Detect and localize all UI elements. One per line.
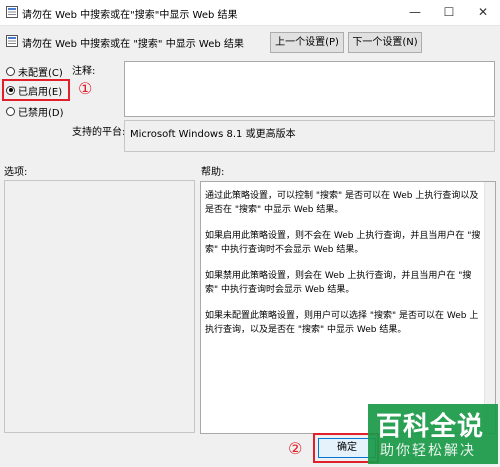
annotation-marker-2: ② <box>288 439 303 458</box>
help-paragraph: 如果禁用此策略设置，则会在 Web 上执行查询，并且当用户在 "搜索" 中执行查… <box>205 271 472 295</box>
maximize-button[interactable]: ☐ <box>432 0 466 25</box>
policy-settings-icon <box>6 6 18 18</box>
radio-enabled[interactable]: 已启用(E) <box>6 83 63 98</box>
comment-textbox[interactable] <box>124 61 495 117</box>
radio-circle-selected <box>6 85 15 95</box>
watermark-logo: 百科全说 助你轻松解决 <box>368 404 498 464</box>
radio-not-configured[interactable]: 未配置(C) <box>6 64 63 79</box>
help-scrollbar[interactable] <box>484 182 495 433</box>
next-setting-button[interactable]: 下一个设置(N) <box>348 32 422 53</box>
window-title: 请勿在 Web 中搜索或在"搜索"中显示 Web 结果 <box>22 10 238 21</box>
prev-setting-button[interactable]: 上一个设置(P) <box>270 32 344 53</box>
help-pane: 通过此策略设置，可以控制 "搜索" 是否可以在 Web 上执行查询以及是否在 "… <box>200 181 496 434</box>
watermark-subtitle: 助你轻松解决 <box>380 443 476 459</box>
title-bar: 请勿在 Web 中搜索或在"搜索"中显示 Web 结果 — ☐ ✕ <box>0 0 500 26</box>
radio-disabled[interactable]: 已禁用(D) <box>6 104 64 119</box>
annotation-marker-1: ① <box>78 79 93 98</box>
watermark-title: 百科全说 <box>376 412 485 442</box>
comment-label: 注释: <box>72 66 96 77</box>
options-label: 选项: <box>4 167 28 178</box>
help-paragraph: 如果启用此策略设置，则不会在 Web 上执行查询，并且当用户在 "搜索" 中执行… <box>205 231 481 255</box>
radio-label: 已禁用(D) <box>18 107 64 119</box>
policy-icon <box>6 35 18 47</box>
policy-name: 请勿在 Web 中搜索或在 "搜索" 中显示 Web 结果 <box>22 39 244 50</box>
help-paragraph: 通过此策略设置，可以控制 "搜索" 是否可以在 Web 上执行查询以及是否在 "… <box>205 191 479 215</box>
supported-on-value: Microsoft Windows 8.1 或更高版本 <box>124 120 495 152</box>
help-label: 帮助: <box>201 167 225 178</box>
options-pane <box>4 180 195 433</box>
supported-on-label: 支持的平台: <box>72 127 126 138</box>
radio-circle <box>6 106 15 116</box>
radio-label: 已启用(E) <box>18 86 63 98</box>
help-paragraph: 如果未配置此策略设置，则用户可以选择 "搜索" 是否可以在 Web 上执行查询，… <box>205 311 479 335</box>
radio-circle <box>6 66 15 76</box>
minimize-button[interactable]: — <box>398 0 432 25</box>
radio-label: 未配置(C) <box>18 67 63 79</box>
close-button[interactable]: ✕ <box>466 0 500 25</box>
